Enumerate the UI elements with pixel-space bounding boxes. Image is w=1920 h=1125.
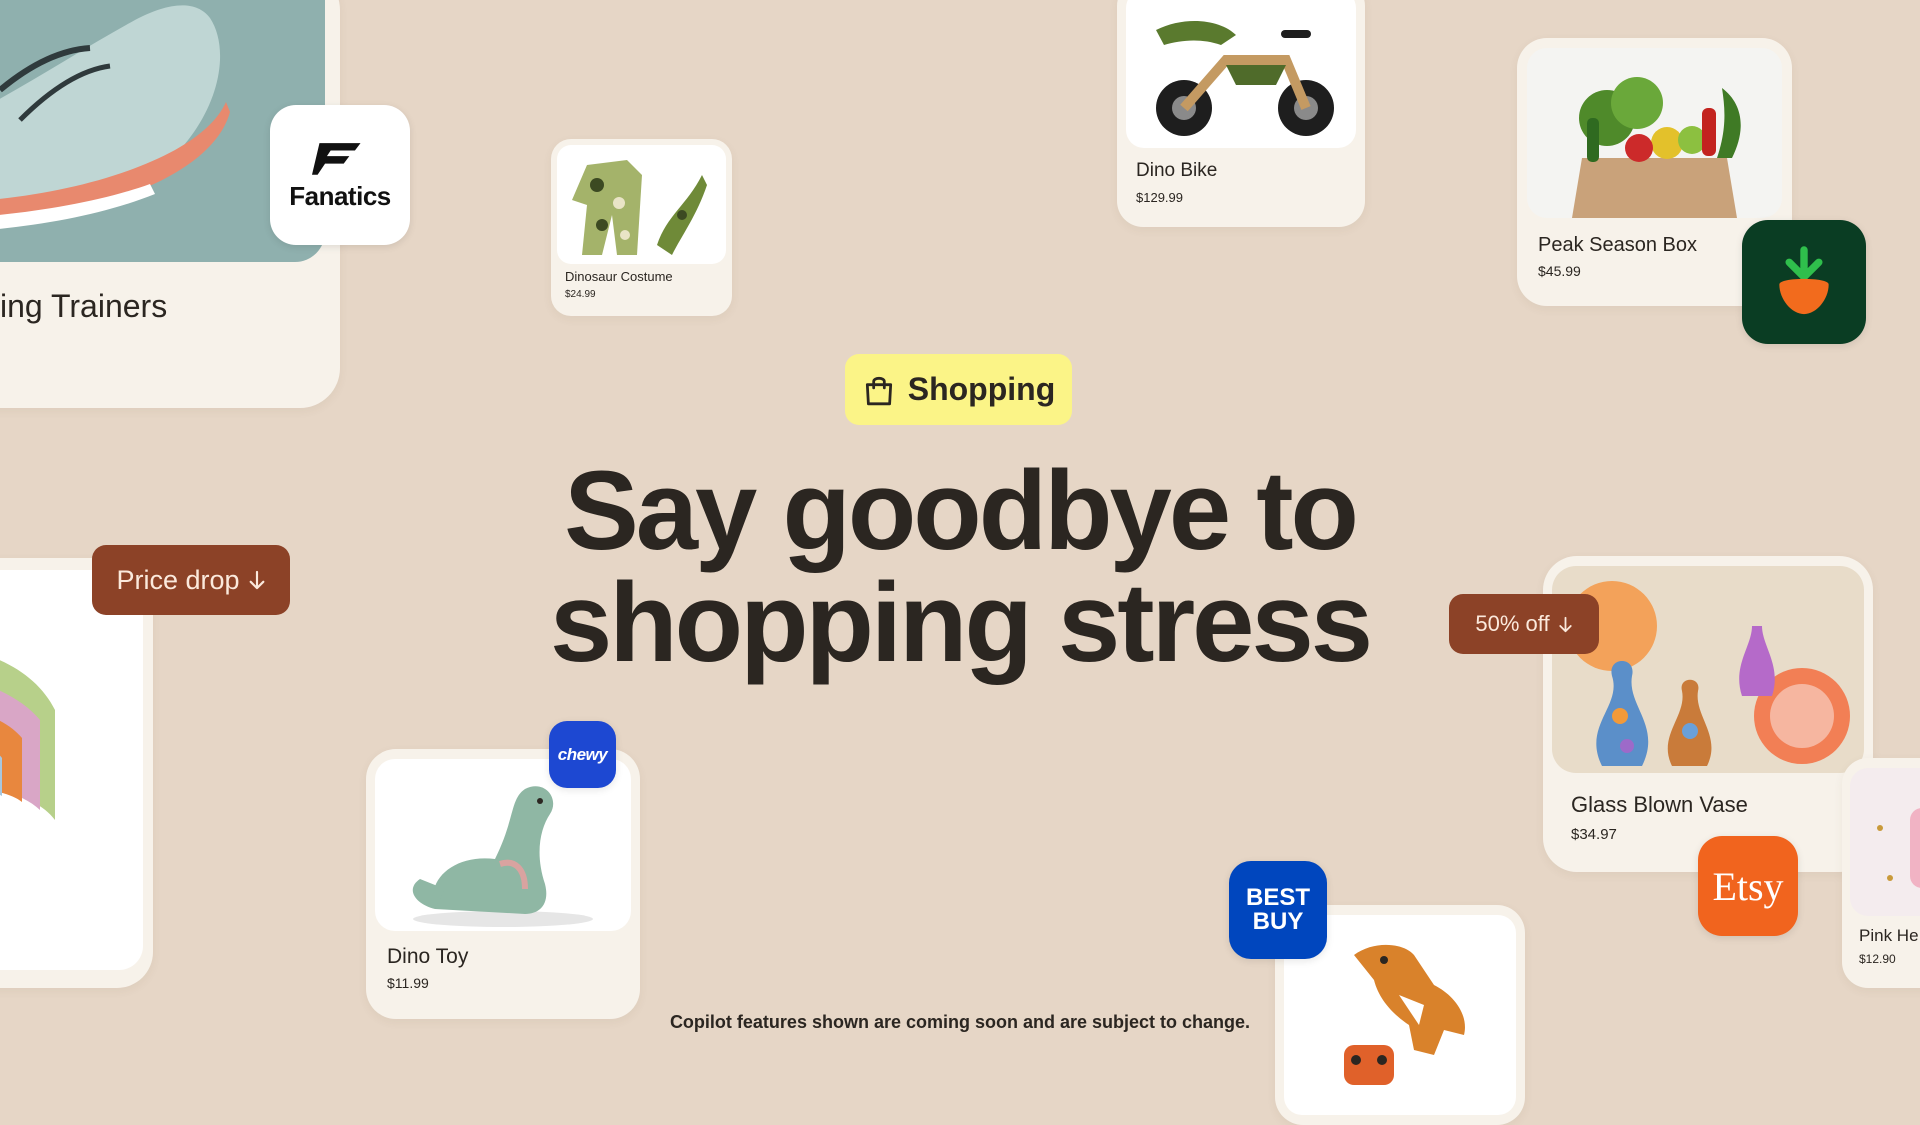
product-card-pink-item[interactable]: Pink He $12.90 [1842, 758, 1920, 988]
striped-blanket-image [0, 570, 143, 970]
price-drop-label: Price drop [116, 564, 240, 595]
shopping-bag-icon [865, 376, 892, 405]
product-name: ing Trainers [0, 288, 168, 324]
dinosaur-costume-image [557, 145, 726, 264]
etsy-logo-badge[interactable]: Etsy [1698, 836, 1798, 936]
product-card-dino-bike[interactable]: Dino Bike $129.99 [1117, 0, 1365, 227]
arrow-down-icon [1558, 616, 1572, 632]
bestbuy-logo-line-2: BUY [1252, 908, 1304, 935]
headline: Say goodbye to shopping stress [460, 455, 1460, 679]
headline-line-1: Say goodbye to [564, 448, 1359, 573]
fanatics-f-icon [312, 142, 361, 175]
fanatics-logo-badge[interactable]: Fanatics [270, 105, 410, 245]
disclaimer-text: Copilot features shown are coming soon a… [669, 1012, 1251, 1032]
dino-bike-icon [1156, 20, 1334, 136]
dino-bike-image [1126, 0, 1356, 148]
shopping-pill-label: Shopping [907, 371, 1056, 407]
product-card-dinosaur-costume[interactable]: Dinosaur Costume $24.99 [551, 139, 732, 316]
pink-item-icon [1877, 808, 1920, 888]
instacart-logo-badge[interactable] [1742, 220, 1866, 344]
product-price: $11.99 [387, 975, 429, 991]
grocery-bag-icon [1572, 77, 1741, 218]
pink-item-image [1850, 768, 1920, 916]
discount-chip[interactable]: 50% off [1449, 594, 1599, 654]
product-name: Peak Season Box [1538, 234, 1697, 256]
dinosaur-costume-icon [572, 160, 707, 255]
carrot-logo-icon [1779, 246, 1829, 315]
glass-vase-image [1552, 566, 1864, 773]
product-name: Dinosaur Costume [565, 269, 673, 284]
glass-vase-icon [1567, 581, 1850, 766]
product-name: Dino Toy [387, 945, 469, 968]
product-name: Dino Bike [1136, 160, 1218, 181]
striped-blanket-icon [0, 660, 55, 820]
arrow-down-icon [249, 570, 264, 590]
bestbuy-logo-line-1: BEST [1245, 884, 1310, 911]
etsy-logo-text: Etsy [1712, 863, 1784, 909]
bestbuy-logo-badge[interactable]: BEST BUY [1229, 861, 1327, 959]
chewy-logo-text: chewy [557, 744, 608, 764]
fanatics-logo-text: Fanatics [289, 180, 391, 211]
chewy-logo-badge[interactable]: chewy [549, 721, 616, 788]
price-drop-chip[interactable]: Price drop [92, 545, 290, 615]
product-price: $12.90 [1859, 952, 1896, 966]
product-price: $24.99 [565, 289, 596, 300]
product-name: Pink He [1859, 926, 1919, 945]
headline-line-2: shopping stress [549, 560, 1373, 685]
grocery-bag-image [1527, 48, 1782, 218]
discount-label: 50% off [1475, 611, 1550, 636]
shopping-category-pill[interactable]: Shopping [845, 354, 1072, 425]
product-price: $129.99 [1136, 190, 1183, 205]
product-price: $45.99 [1538, 263, 1581, 279]
product-price: $34.97 [1571, 826, 1617, 843]
product-name: Glass Blown Vase [1571, 792, 1748, 817]
product-card-blanket[interactable] [0, 558, 153, 988]
product-card-dino-toy[interactable]: Dino Toy $11.99 [366, 749, 640, 1019]
